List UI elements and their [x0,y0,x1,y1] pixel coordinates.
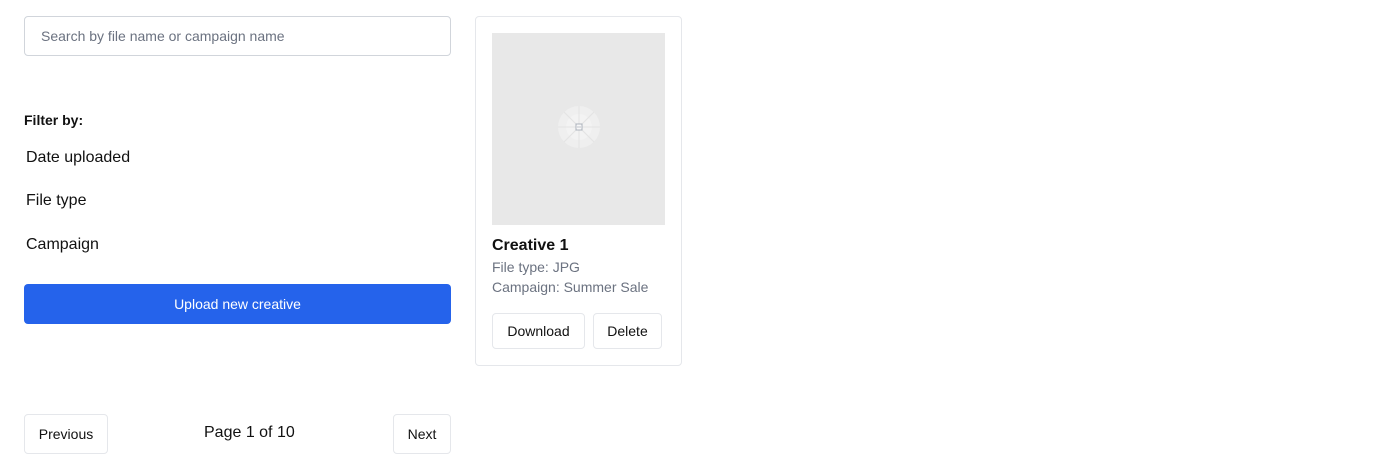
filter-campaign[interactable]: Campaign [26,236,99,254]
filter-sidebar: Filter by: Date uploaded File type Campa… [24,16,451,324]
search-input[interactable] [24,16,451,56]
filter-date-uploaded[interactable]: Date uploaded [26,149,130,167]
delete-button[interactable]: Delete [593,313,662,349]
next-page-button[interactable]: Next [393,414,451,454]
filter-heading: Filter by: [24,112,84,128]
page-indicator: Page 1 of 10 [204,424,295,441]
creative-thumbnail [492,33,665,225]
upload-new-creative-button[interactable]: Upload new creative [24,284,451,324]
filter-file-type[interactable]: File type [26,192,86,210]
creative-file-type: File type: JPG [492,259,580,275]
image-placeholder-icon [557,105,601,154]
creative-card: Creative 1 File type: JPG Campaign: Summ… [475,16,682,366]
previous-page-button[interactable]: Previous [24,414,108,454]
download-button[interactable]: Download [492,313,585,349]
creative-title: Creative 1 [492,237,569,254]
creative-campaign: Campaign: Summer Sale [492,279,649,295]
pagination: Previous Page 1 of 10 Next [24,414,451,454]
